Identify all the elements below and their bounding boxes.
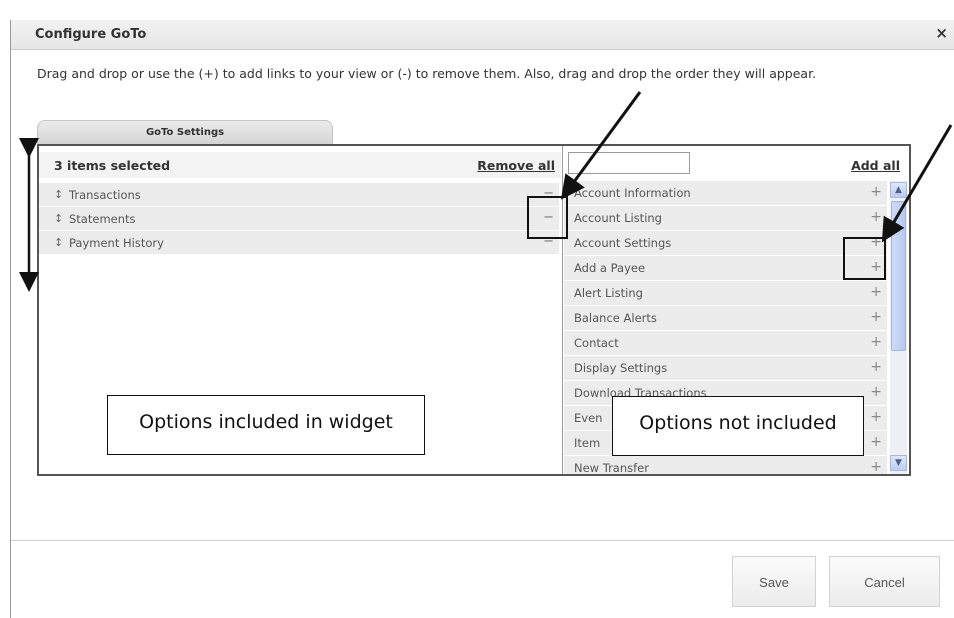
arrow-to-remove [560, 91, 642, 200]
cancel-button[interactable]: Cancel [829, 556, 940, 607]
annotation-arrows [19, 91, 953, 292]
arrow-to-add [881, 124, 953, 243]
save-button[interactable]: Save [732, 556, 816, 607]
footer-divider [11, 540, 954, 541]
